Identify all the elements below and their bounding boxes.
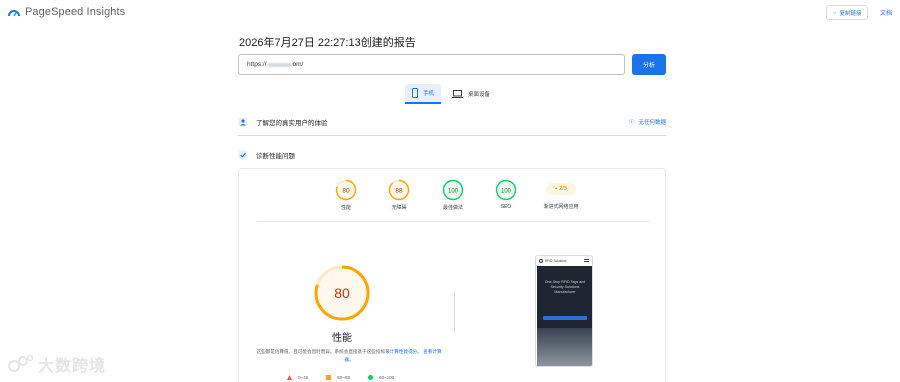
gauge-best-practices[interactable]: 100 最佳做法 bbox=[433, 179, 473, 211]
copy-link-label: 复制链接 bbox=[839, 10, 862, 17]
score-gauges: 80 性能 88 无障碍 100 最佳做法 100 SEO ▪ 2/3 渐进式网… bbox=[239, 179, 665, 224]
tab-mobile-label: 手机 bbox=[423, 91, 435, 97]
screenshot-headline: One-Stop RFID Tags and Security Solution… bbox=[544, 280, 586, 294]
device-tabs: 手机 桌面设备 bbox=[405, 84, 497, 104]
gauge-label: 无障碍 bbox=[391, 205, 407, 211]
gauge-ring-icon: 80 bbox=[314, 265, 370, 321]
gauge-ring-icon: 100 bbox=[495, 179, 517, 201]
performance-label: 性能 bbox=[332, 333, 352, 344]
screenshot-image bbox=[537, 328, 592, 366]
watermark: 大数跨境 bbox=[8, 352, 106, 376]
vertical-separator bbox=[454, 292, 455, 332]
gauge-label: 渐进式网络应用 bbox=[543, 204, 579, 210]
circle-icon bbox=[368, 375, 374, 380]
docs-link[interactable]: 文档 bbox=[880, 8, 892, 17]
legend-range: 50–89 bbox=[337, 375, 351, 380]
screenshot-hero: One-Stop RFID Tags and Security Solution… bbox=[537, 266, 592, 366]
gauge-value: 100 bbox=[448, 189, 459, 195]
app-name: PageSpeed Insights bbox=[25, 6, 126, 18]
report-card: 80 性能 88 无障碍 100 最佳做法 100 SEO ▪ 2/3 渐进式网… bbox=[238, 168, 666, 382]
gauge-seo[interactable]: 100 SEO bbox=[486, 179, 526, 210]
legend-good: 90–100 bbox=[368, 375, 394, 380]
lab-data-icon bbox=[238, 150, 248, 160]
url-redacted bbox=[267, 62, 292, 67]
diagnose-title: 诊断性能问题 bbox=[256, 153, 295, 160]
desc-text: 这些都是估算值，且可能会因时而异。系统会直接基于这些指标来 bbox=[256, 349, 390, 354]
no-data-status: ⓘ 无任何数据 bbox=[629, 118, 666, 126]
score-legend: 0–49 50–89 90–100 bbox=[287, 375, 394, 380]
gauge-label: SEO bbox=[500, 204, 512, 210]
desc-text-end: 。 bbox=[417, 349, 422, 354]
smartphone-icon bbox=[412, 88, 418, 98]
pwa-lightning-icon: ▪ bbox=[555, 186, 558, 192]
watermark-logo-icon bbox=[8, 354, 34, 372]
page-screenshot: RFID Solutions One-Stop RFID Tags and Se… bbox=[535, 255, 593, 367]
site-logo-icon bbox=[539, 258, 543, 263]
gauge-accessibility[interactable]: 88 无障碍 bbox=[379, 179, 419, 211]
users-icon bbox=[238, 117, 248, 127]
performance-big-gauge: 80 bbox=[313, 264, 371, 327]
legend-poor: 0–49 bbox=[287, 375, 308, 380]
pwa-badge: ▪ 2/3 bbox=[546, 183, 576, 195]
diagnose-section: 诊断性能问题 bbox=[238, 147, 666, 163]
url-suffix: om/ bbox=[292, 61, 304, 68]
gauge-value: 100 bbox=[501, 189, 512, 195]
legend-average: 50–89 bbox=[326, 375, 350, 380]
gauge-label: 最佳做法 bbox=[442, 205, 463, 211]
gauge-pwa[interactable]: ▪ 2/3 渐进式网络应用 bbox=[541, 179, 581, 210]
gauge-value: 88 bbox=[395, 188, 403, 195]
info-icon: ⓘ bbox=[628, 120, 635, 126]
gauge-ring-icon: 88 bbox=[388, 179, 410, 201]
section-divider bbox=[238, 135, 666, 136]
url-prefix: https:// bbox=[247, 61, 267, 68]
analyze-button[interactable]: 分析 bbox=[632, 54, 666, 75]
gauge-ring-icon: 100 bbox=[442, 179, 464, 201]
triangle-icon bbox=[287, 375, 292, 380]
laptop-icon bbox=[452, 90, 464, 98]
pwa-value: 2/3 bbox=[559, 186, 567, 192]
legend-range: 0–49 bbox=[298, 375, 309, 380]
square-icon bbox=[326, 375, 332, 380]
url-input[interactable]: https:// om/ bbox=[238, 54, 625, 75]
field-data-section: 了解您的真实用户的体验 ⓘ 无任何数据 bbox=[238, 114, 666, 130]
link-icon: ⇔ bbox=[832, 9, 838, 16]
gauge-label: 性能 bbox=[340, 205, 351, 211]
tab-mobile[interactable]: 手机 bbox=[405, 84, 442, 104]
performance-description: 这些都是估算值，且可能会因时而异。系统会直接基于这些指标来计算性能得分。 查看计… bbox=[254, 348, 444, 364]
tab-desktop-label: 桌面设备 bbox=[468, 92, 491, 98]
gauge-performance[interactable]: 80 性能 bbox=[326, 179, 366, 211]
report-title: 2026年7月27日 22:27:13创建的报告 bbox=[239, 37, 416, 49]
copy-link-button[interactable]: ⇔ 复制链接 bbox=[826, 5, 868, 20]
screenshot-header: RFID Solutions bbox=[536, 256, 592, 265]
legend-range: 90–100 bbox=[379, 375, 395, 380]
gauge-value: 80 bbox=[342, 188, 350, 195]
screenshot-cta bbox=[543, 316, 587, 320]
gauge-ring-icon: 80 bbox=[335, 179, 357, 201]
field-data-title: 了解您的真实用户的体验 bbox=[256, 120, 328, 127]
pagespeed-logo-icon bbox=[8, 10, 20, 17]
no-data-label: 无任何数据 bbox=[638, 120, 666, 126]
hamburger-menu-icon bbox=[584, 259, 589, 262]
performance-score: 80 bbox=[334, 285, 350, 301]
calc-score-link[interactable]: 计算性能得分 bbox=[390, 349, 418, 354]
top-bar: PageSpeed Insights ⇔ 复制链接 文档 bbox=[0, 0, 900, 26]
tab-desktop[interactable]: 桌面设备 bbox=[445, 84, 497, 104]
app-logo[interactable]: PageSpeed Insights bbox=[8, 6, 125, 18]
watermark-text: 大数跨境 bbox=[38, 358, 107, 375]
card-divider bbox=[257, 221, 649, 222]
site-brand: RFID Solutions bbox=[545, 258, 567, 263]
